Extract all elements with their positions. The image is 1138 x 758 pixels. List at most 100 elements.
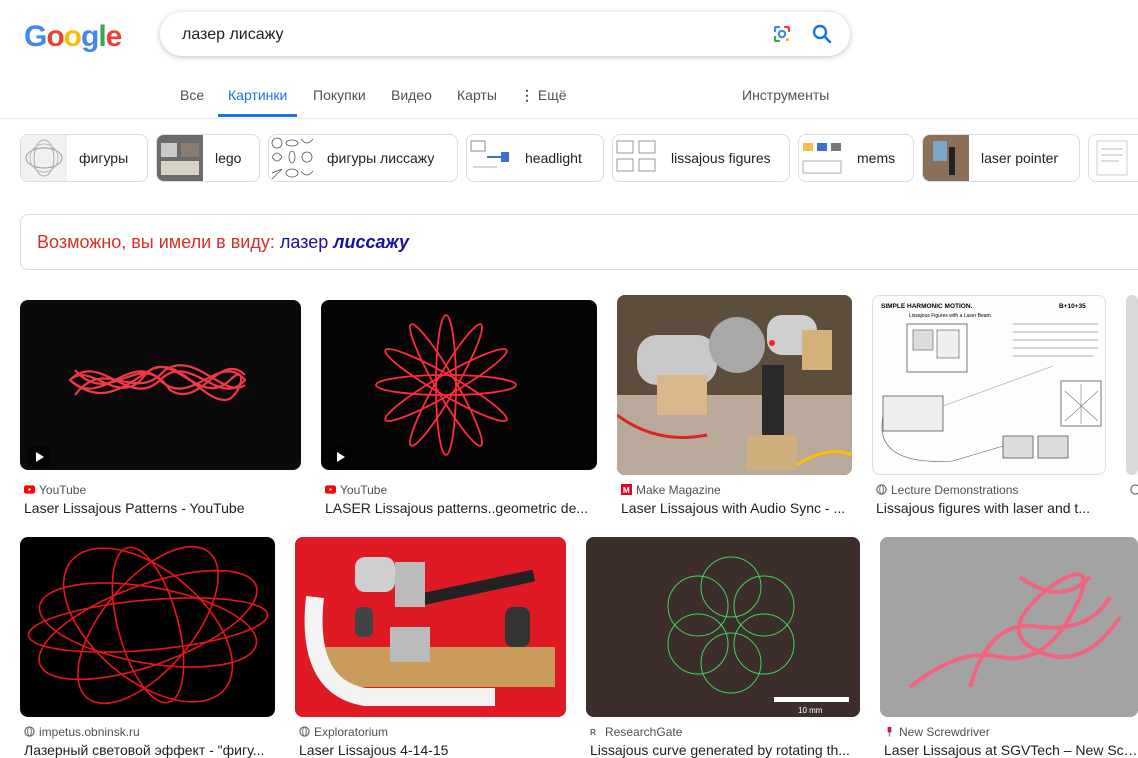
logo-letter: g [81,20,99,53]
did-you-mean-text: Возможно, вы имели в виду: лазер лиссажу [37,215,409,269]
harmonic-motion-diagram: SIMPLE HARMONIC MOTION. B+10+35 Lissajou… [881,303,1102,462]
source-label: Lecture Demonstrations [891,483,1019,497]
chip-label: фигуры лиссажу [327,150,435,166]
chip-headlight[interactable]: headlight [466,134,604,182]
source-label: YouTube [39,483,87,497]
result-source [1130,483,1138,497]
logo-letter: l [98,20,106,53]
svg-text:R: R [590,728,596,737]
source-label: YouTube [340,483,388,497]
lissajous-image [68,364,247,402]
pink-laser-image [880,537,1138,717]
source-label: Make Magazine [636,483,721,497]
chip-thumbnail [613,135,659,181]
logo-letter: o [46,20,64,53]
search-input[interactable] [180,12,744,58]
scale-label: 10 mm [798,706,823,715]
globe-icon [876,484,887,495]
diagram-code: B+10+35 [1059,303,1086,310]
chip-lissajous-figures[interactable]: lissajous figures [612,134,790,182]
result-title[interactable]: Laser Lissajous 4-14-15 [299,742,565,758]
globe-icon [24,726,35,737]
logo-letter: o [63,20,82,53]
result-source: R ResearchGate [590,725,682,739]
screwdriver-icon [887,726,892,737]
svg-text:M: M [623,486,630,495]
chip-more[interactable] [1088,134,1138,182]
result-title[interactable]: LASER Lissajous patterns..geometric de..… [325,500,595,516]
result-source: M Make Magazine [621,483,721,497]
chip-lego[interactable]: lego [156,134,260,182]
tab-shopping[interactable]: Покупки [313,80,366,116]
logo-letter: G [24,20,47,53]
did-you-mean-link[interactable]: лазер лиссажу [280,232,409,252]
result-source: New Screwdriver [884,725,990,739]
youtube-icon [24,485,35,494]
chip-thumbnail [467,135,513,181]
source-label: Exploratorium [314,725,389,739]
play-icon [329,446,351,468]
result-source: YouTube [325,483,387,497]
result-image[interactable] [617,295,852,475]
result-image[interactable] [321,300,597,470]
search-box [160,12,850,58]
tab-all[interactable]: Все [180,80,204,116]
result-title[interactable]: Laser Lissajous at SGVTech – New Scr... [884,742,1138,758]
chip-thumbnail [923,135,969,181]
result-source: YouTube [24,483,86,497]
result-image[interactable] [1126,295,1138,475]
result-source: impetus.obninsk.ru [24,725,140,739]
result-image[interactable] [880,537,1138,717]
result-title[interactable]: Laser Lissajous Patterns - YouTube [24,500,300,516]
diagram-subtitle: Lissajous Figures with a Laser Beam. [909,313,992,319]
tab-more[interactable]: ⋮ Ещё [520,80,567,116]
researchgate-icon: R [590,728,596,737]
search-tabs: Все Картинки Покупки Видео Карты ⋮ Ещё И… [0,80,1138,119]
search-icon[interactable] [812,24,832,44]
youtube-icon [325,485,336,494]
chip-figures[interactable]: фигуры [20,134,148,182]
chip-label: lissajous figures [671,150,771,166]
result-source: Exploratorium [299,725,388,739]
chip-label: фигуры [79,150,129,166]
tab-more-label: Ещё [537,87,567,103]
play-icon [28,446,50,468]
result-image[interactable]: SIMPLE HARMONIC MOTION. B+10+35 Lissajou… [872,295,1106,475]
chip-laser-pointer[interactable]: laser pointer [922,134,1080,182]
result-title[interactable]: Lissajous figures with laser and t... [876,500,1106,516]
chip-lissajous-figures-ru[interactable]: фигуры лиссажу [268,134,458,182]
google-logo[interactable]: Google [24,20,123,54]
result-image[interactable] [20,300,301,470]
chip-thumbnail [157,135,203,181]
laser-device-photo [617,295,852,475]
tab-images[interactable]: Картинки [218,80,298,117]
tab-tools[interactable]: Инструменты [742,80,829,116]
chip-thumbnail [269,135,315,181]
suggestion-plain: лазер [279,232,329,252]
google-lens-icon[interactable] [772,24,792,44]
tab-maps[interactable]: Карты [457,80,497,116]
chip-thumbnail [21,135,67,181]
chip-label: mems [857,150,896,166]
globe-icon [299,726,310,737]
make-icon: M [621,484,632,495]
did-you-mean-prefix: Возможно, вы имели в виду: [37,232,275,252]
result-title[interactable]: Лазерный световой эффект - "фигу... [24,742,274,758]
more-vert-icon: ⋮ [520,87,534,103]
chip-label: headlight [525,150,582,166]
chip-mems[interactable]: mems [798,134,914,182]
green-lissajous-image: 10 mm [586,537,860,717]
chip-thumbnail [1089,135,1135,181]
logo-letter: e [105,20,123,53]
result-image[interactable] [295,537,566,717]
result-title[interactable]: Lissajous curve generated by rotating th… [590,742,860,758]
result-title[interactable]: Laser Lissajous with Audio Sync - ... [621,500,851,516]
related-chips: фигуры lego фигуры лиссажу headlight lis… [20,134,1138,182]
result-image[interactable] [20,537,275,717]
result-image[interactable]: 10 mm [586,537,860,717]
exploratorium-device-photo [295,537,566,717]
tab-video[interactable]: Видео [391,80,432,116]
source-label: impetus.obninsk.ru [39,725,140,739]
did-you-mean: Возможно, вы имели в виду: лазер лиссажу [20,214,1138,270]
source-label: New Screwdriver [899,725,990,739]
